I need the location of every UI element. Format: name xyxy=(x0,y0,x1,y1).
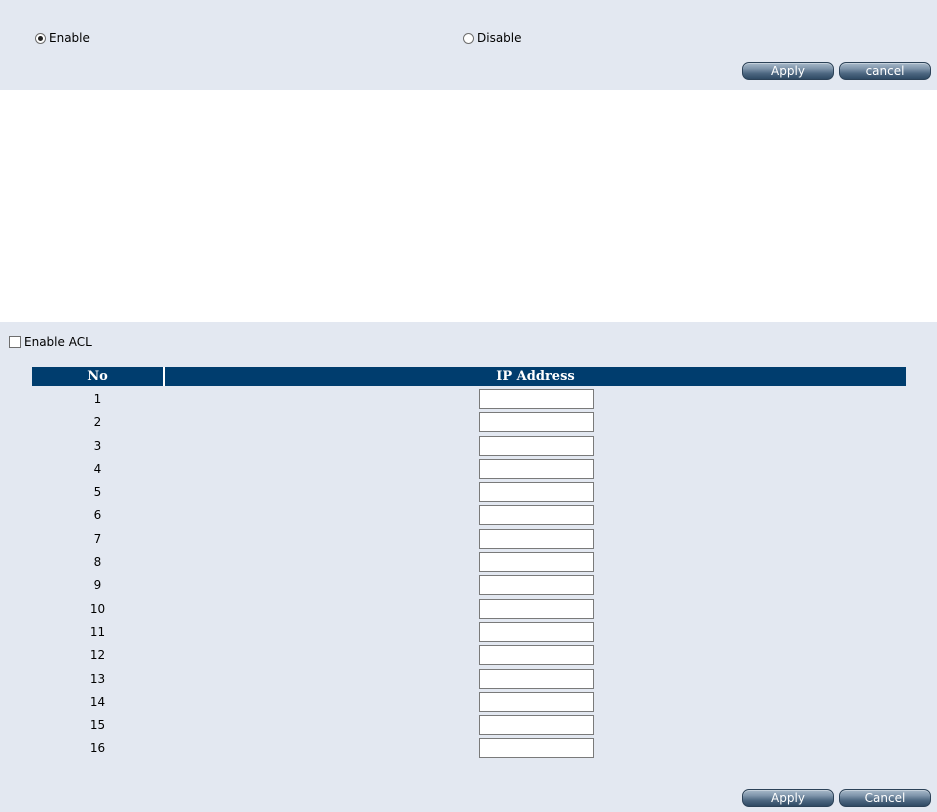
enable-acl-checkbox[interactable] xyxy=(9,336,21,348)
ip-address-input[interactable] xyxy=(479,621,594,642)
acl-table-header: No IP Address xyxy=(32,367,906,386)
ip-address-input[interactable] xyxy=(479,412,594,433)
column-header-no: No xyxy=(32,367,163,386)
enable-acl-label: Enable ACL xyxy=(24,335,92,349)
table-row: 11 xyxy=(32,621,906,644)
enable-acl-option[interactable]: Enable ACL xyxy=(9,334,92,350)
table-row: 9 xyxy=(32,574,906,597)
ip-address-input[interactable] xyxy=(479,668,594,689)
row-number: 4 xyxy=(93,461,102,476)
row-number: 12 xyxy=(89,648,106,663)
disable-radio[interactable] xyxy=(463,32,474,44)
disable-radio-label: Disable xyxy=(477,31,522,45)
table-row: 7 xyxy=(32,528,906,551)
table-row: 5 xyxy=(32,481,906,504)
row-number: 2 xyxy=(93,415,102,430)
row-number: 9 xyxy=(93,578,102,593)
enable-radio-option[interactable]: Enable xyxy=(35,30,90,46)
row-number: 16 xyxy=(89,741,106,756)
apply-button-bottom[interactable]: Apply xyxy=(742,789,834,807)
ip-address-input[interactable] xyxy=(479,528,594,549)
table-row: 3 xyxy=(32,435,906,458)
row-number: 6 xyxy=(93,508,102,523)
table-row: 4 xyxy=(32,458,906,481)
row-number: 8 xyxy=(93,555,102,570)
row-number: 1 xyxy=(93,392,102,406)
table-row: 12 xyxy=(32,644,906,667)
row-number: 11 xyxy=(89,624,106,639)
cancel-button-bottom[interactable]: Cancel xyxy=(839,789,931,807)
table-row: 10 xyxy=(32,598,906,621)
ip-address-input[interactable] xyxy=(479,435,594,456)
page: Enable Disable Apply cancel Enable ACL N… xyxy=(0,0,937,812)
row-number: 7 xyxy=(93,531,102,546)
table-row: 6 xyxy=(32,504,906,527)
ip-address-input[interactable] xyxy=(479,389,594,409)
ip-address-input[interactable] xyxy=(479,598,594,619)
cancel-button-top[interactable]: cancel xyxy=(839,62,931,80)
ip-address-input[interactable] xyxy=(479,691,594,712)
enable-radio-label: Enable xyxy=(49,31,90,45)
table-row: 2 xyxy=(32,411,906,434)
row-number: 13 xyxy=(89,671,106,686)
table-row: 16 xyxy=(32,737,906,760)
ip-address-input[interactable] xyxy=(479,645,594,666)
ip-address-input[interactable] xyxy=(479,575,594,596)
table-row: 8 xyxy=(32,551,906,574)
row-number: 14 xyxy=(89,694,106,709)
table-row: 13 xyxy=(32,668,906,691)
row-number: 10 xyxy=(89,601,106,616)
ip-address-input[interactable] xyxy=(479,458,594,479)
apply-button-top[interactable]: Apply xyxy=(742,62,834,80)
enable-radio[interactable] xyxy=(35,32,46,44)
row-number: 5 xyxy=(93,485,102,500)
ip-address-input[interactable] xyxy=(479,715,594,736)
ip-address-input[interactable] xyxy=(479,552,594,573)
ip-address-input[interactable] xyxy=(479,482,594,503)
row-number: 15 xyxy=(89,718,106,733)
mode-panel: Enable Disable Apply cancel xyxy=(0,0,937,90)
column-header-ip-address: IP Address xyxy=(165,367,906,386)
row-number: 3 xyxy=(93,438,102,453)
table-row: 14 xyxy=(32,691,906,714)
disable-radio-option[interactable]: Disable xyxy=(463,30,522,46)
radio-selected-dot-icon xyxy=(38,35,43,41)
ip-address-input[interactable] xyxy=(479,738,594,759)
table-row: 1 xyxy=(32,388,906,411)
acl-table-body: 1 2 3 4 5 6 7 8 9 10 11 12 13 14 15 16 xyxy=(32,388,906,761)
table-row: 15 xyxy=(32,714,906,737)
ip-address-input[interactable] xyxy=(479,505,594,526)
acl-panel: Enable ACL No IP Address 1 2 3 4 5 6 7 8 9 10 11 12… xyxy=(0,322,937,812)
blank-content-area xyxy=(0,90,937,322)
